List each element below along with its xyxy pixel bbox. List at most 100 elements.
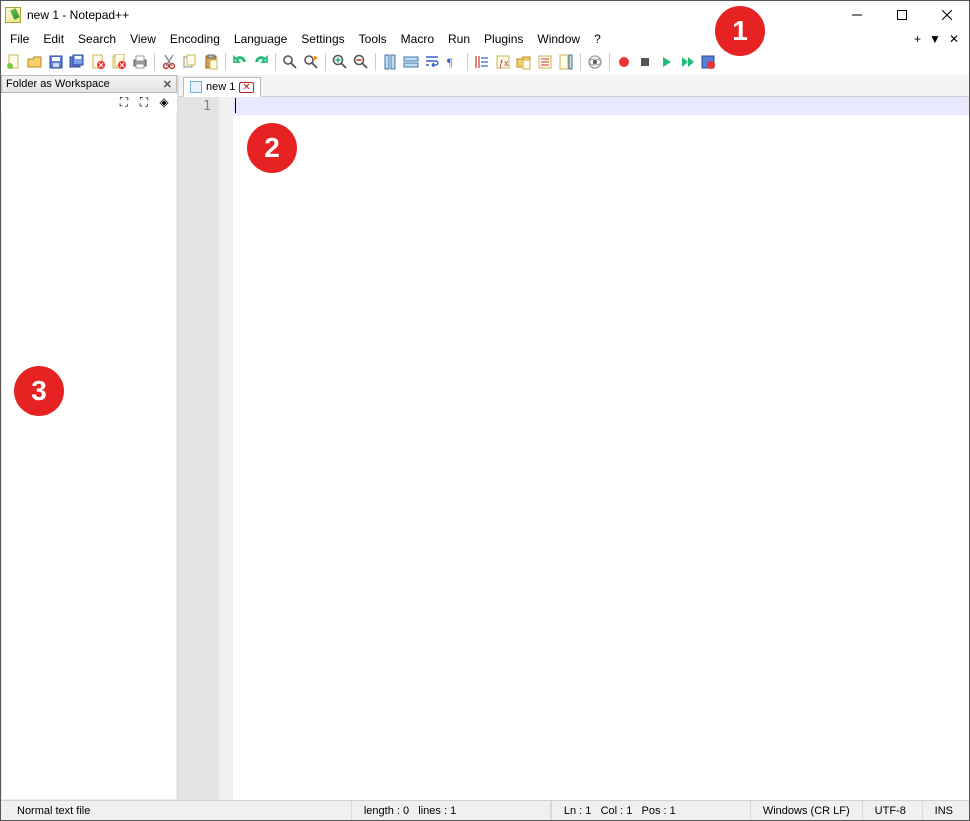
toolbar-folder-doc-button[interactable]: [514, 52, 534, 72]
toolbar-sync-h-button[interactable]: [401, 52, 421, 72]
menu-help[interactable]: ?: [587, 30, 608, 48]
main-area: Folder as Workspace ✕ ⛶ ⛶ ◈ new 1 ✕ 1: [1, 75, 969, 800]
toolbar-replace-button[interactable]: [301, 52, 321, 72]
copy-icon: [182, 54, 198, 70]
toolbar-print-button[interactable]: [130, 52, 150, 72]
menu-macro[interactable]: Macro: [394, 30, 441, 48]
menu-run[interactable]: Run: [441, 30, 477, 48]
menu-view[interactable]: View: [123, 30, 163, 48]
sidebar-collapse-icon[interactable]: ⛶: [137, 95, 151, 109]
redo-icon: [253, 54, 269, 70]
undo-icon: [232, 54, 248, 70]
toolbar-monitor-file-button[interactable]: [585, 52, 605, 72]
replace-icon: [303, 54, 319, 70]
monitor-file-icon: [587, 54, 603, 70]
toolbar-word-wrap-button[interactable]: [422, 52, 442, 72]
sidebar-body[interactable]: [1, 113, 177, 800]
menu-settings[interactable]: Settings: [294, 30, 351, 48]
status-eol[interactable]: Windows (CR LF): [751, 801, 863, 820]
toolbar-redo-button[interactable]: [251, 52, 271, 72]
annotation-1: 1: [715, 6, 765, 56]
toolbar-paste-button[interactable]: [201, 52, 221, 72]
toolbar-indent-guide-button[interactable]: [472, 52, 492, 72]
toolbar-zoom-in-button[interactable]: [330, 52, 350, 72]
toolbar-separator: [225, 53, 226, 71]
toolbar-record-macro-button[interactable]: [614, 52, 634, 72]
toolbar-cut-button[interactable]: [159, 52, 179, 72]
status-encoding[interactable]: UTF-8: [863, 801, 923, 820]
toolbar-separator: [580, 53, 581, 71]
toolbar-close-all-button[interactable]: [109, 52, 129, 72]
toolbar-open-file-button[interactable]: [25, 52, 45, 72]
svg-text:ƒx: ƒx: [499, 58, 509, 68]
menu-edit[interactable]: Edit: [36, 30, 71, 48]
tab-new-button[interactable]: +: [914, 32, 921, 46]
toolbar-play-macro-button[interactable]: [656, 52, 676, 72]
menu-language[interactable]: Language: [227, 30, 294, 48]
toolbar-copy-button[interactable]: [180, 52, 200, 72]
sidebar: Folder as Workspace ✕ ⛶ ⛶ ◈: [1, 75, 179, 800]
menu-encoding[interactable]: Encoding: [163, 30, 227, 48]
status-filetype[interactable]: Normal text file: [5, 801, 125, 820]
close-all-icon: [111, 54, 127, 70]
toolbar-undo-button[interactable]: [230, 52, 250, 72]
play-macro-icon: [658, 54, 674, 70]
tab-bar: new 1 ✕: [179, 75, 969, 97]
annotation-2: 2: [247, 123, 297, 173]
toolbar-separator: [609, 53, 610, 71]
toolbar-lang-user-button[interactable]: ƒx: [493, 52, 513, 72]
toolbar-save-button[interactable]: [46, 52, 66, 72]
status-mode[interactable]: INS: [923, 801, 965, 820]
menu-plugins[interactable]: Plugins: [477, 30, 530, 48]
tab-new-1[interactable]: new 1 ✕: [183, 77, 261, 97]
file-icon: [190, 81, 202, 93]
menu-file[interactable]: File: [3, 30, 36, 48]
app-icon: [5, 7, 21, 23]
toolbar-new-file-button[interactable]: [4, 52, 24, 72]
titlebar: new 1 - Notepad++: [1, 1, 969, 29]
doc-map-icon: [558, 54, 574, 70]
sidebar-title-label: Folder as Workspace: [6, 78, 110, 90]
save-all-icon: [69, 54, 85, 70]
line-number: 1: [179, 99, 211, 114]
open-file-icon: [27, 54, 43, 70]
close-button[interactable]: [924, 1, 969, 29]
toolbar-save-all-button[interactable]: [67, 52, 87, 72]
sidebar-close-button[interactable]: ✕: [163, 78, 172, 91]
toolbar-zoom-out-button[interactable]: [351, 52, 371, 72]
statusbar: Normal text file length : 0 lines : 1 Ln…: [1, 800, 969, 820]
gutter: 1: [179, 97, 219, 800]
function-list-icon: [537, 54, 553, 70]
menu-search[interactable]: Search: [71, 30, 123, 48]
tab-label: new 1: [206, 81, 235, 93]
save-macro-icon: [700, 54, 716, 70]
toolbar-function-list-button[interactable]: [535, 52, 555, 72]
toolbar-close-button[interactable]: [88, 52, 108, 72]
toolbar-sync-v-button[interactable]: [380, 52, 400, 72]
toolbar: ¶ ƒx: [1, 49, 969, 75]
toolbar-find-button[interactable]: [280, 52, 300, 72]
word-wrap-icon: [424, 54, 440, 70]
text-area[interactable]: [233, 97, 969, 800]
sidebar-expand-icon[interactable]: ⛶: [117, 95, 131, 109]
menu-window[interactable]: Window: [530, 30, 587, 48]
menu-tools[interactable]: Tools: [352, 30, 394, 48]
stop-macro-icon: [637, 54, 653, 70]
close-icon: [942, 10, 952, 20]
play-multi-icon: [679, 54, 695, 70]
status-doc-info[interactable]: length : 0 lines : 1: [351, 801, 551, 820]
minimize-button[interactable]: [834, 1, 879, 29]
status-position[interactable]: Ln : 1 Col : 1 Pos : 1: [551, 801, 751, 820]
toolbar-show-all-button[interactable]: ¶: [443, 52, 463, 72]
maximize-button[interactable]: [879, 1, 924, 29]
toolbar-doc-map-button[interactable]: [556, 52, 576, 72]
toolbar-save-macro-button[interactable]: [698, 52, 718, 72]
sidebar-locate-icon[interactable]: ◈: [157, 95, 171, 109]
toolbar-separator: [375, 53, 376, 71]
toolbar-play-multi-button[interactable]: [677, 52, 697, 72]
tab-close-icon[interactable]: ✕: [239, 82, 253, 93]
tab-dropdown-button[interactable]: ▼: [929, 32, 941, 46]
tab-close-button[interactable]: ✕: [949, 32, 959, 46]
toolbar-stop-macro-button[interactable]: [635, 52, 655, 72]
menubar: File Edit Search View Encoding Language …: [1, 29, 969, 49]
